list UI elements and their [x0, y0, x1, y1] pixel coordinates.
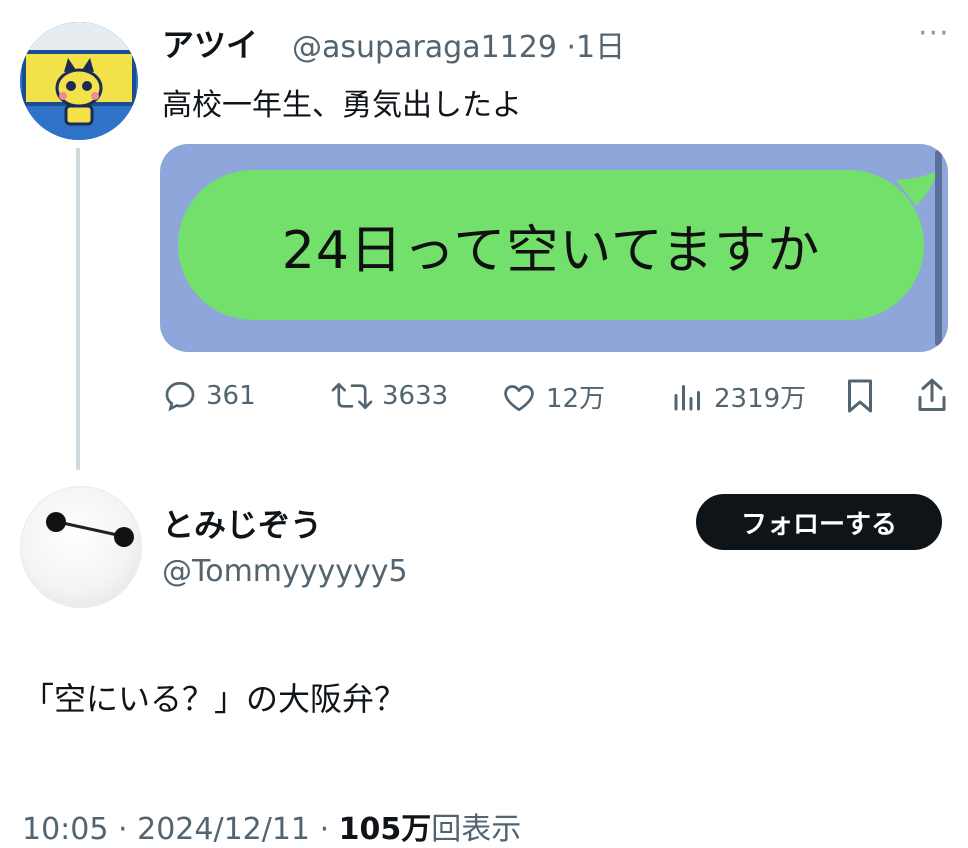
reply-date[interactable]: 2024/12/11	[137, 812, 310, 847]
chat-bubble-tail	[896, 170, 938, 206]
thread-connector-line	[76, 148, 80, 470]
image-scrollbar	[935, 150, 942, 346]
retweet-button[interactable]: 3633	[330, 378, 448, 414]
retweet-count: 3633	[382, 381, 449, 411]
reply-views-label: 回表示	[431, 812, 522, 847]
reply-author-handle[interactable]: @Tommyyyyyy5	[162, 554, 408, 589]
heart-icon	[504, 384, 534, 411]
reply-metadata: 10:05 · 2024/12/11 · 105万回表示	[22, 804, 521, 848]
author-name[interactable]: アツイ	[162, 20, 258, 66]
author-avatar[interactable]	[20, 22, 138, 140]
retweet-icon	[331, 382, 373, 410]
meta-separator-2: ·	[319, 812, 330, 847]
like-button[interactable]: 12万	[500, 378, 605, 415]
bar-chart-icon	[674, 384, 700, 410]
share-icon	[918, 378, 946, 411]
views-count: 2319万	[714, 384, 807, 414]
bookmark-button[interactable]	[842, 376, 878, 420]
reply-text: 「空にいる？」の大阪弁？	[22, 680, 407, 718]
attached-chat-image[interactable]: 24日って空いてますか	[160, 144, 948, 352]
share-button[interactable]	[914, 376, 950, 420]
follow-button[interactable]: フォローする	[696, 494, 942, 550]
reply-count: 361	[206, 381, 256, 411]
reply-button[interactable]: 361	[162, 378, 256, 414]
baymax-avatar-image	[46, 512, 134, 547]
author-handle-and-time[interactable]: @asuparaga1129 ·1日	[292, 22, 625, 66]
meta-separator: ·	[118, 812, 128, 847]
reply-time[interactable]: 10:05	[22, 812, 108, 847]
reply-views-count: 105万	[338, 812, 432, 847]
like-count: 12万	[546, 384, 606, 414]
reply-author-avatar[interactable]	[20, 486, 142, 608]
reply-author-name[interactable]: とみじぞう	[162, 500, 322, 546]
reply-icon	[165, 381, 195, 412]
author-handle[interactable]: @asuparaga1129	[292, 30, 557, 65]
more-options-icon[interactable]: ···	[918, 16, 950, 51]
views-button[interactable]: 2319万	[670, 378, 806, 415]
time-separator: ·	[566, 30, 577, 65]
chat-bubble-text: 24日って空いてますか	[281, 220, 821, 281]
bookmark-icon	[848, 379, 872, 413]
tweet-text: 高校一年生、勇気出したよ	[162, 88, 522, 123]
mametchi-avatar-image	[20, 22, 138, 140]
chat-bubble: 24日って空いてますか	[178, 170, 924, 320]
tweet-time[interactable]: 1日	[576, 30, 625, 65]
